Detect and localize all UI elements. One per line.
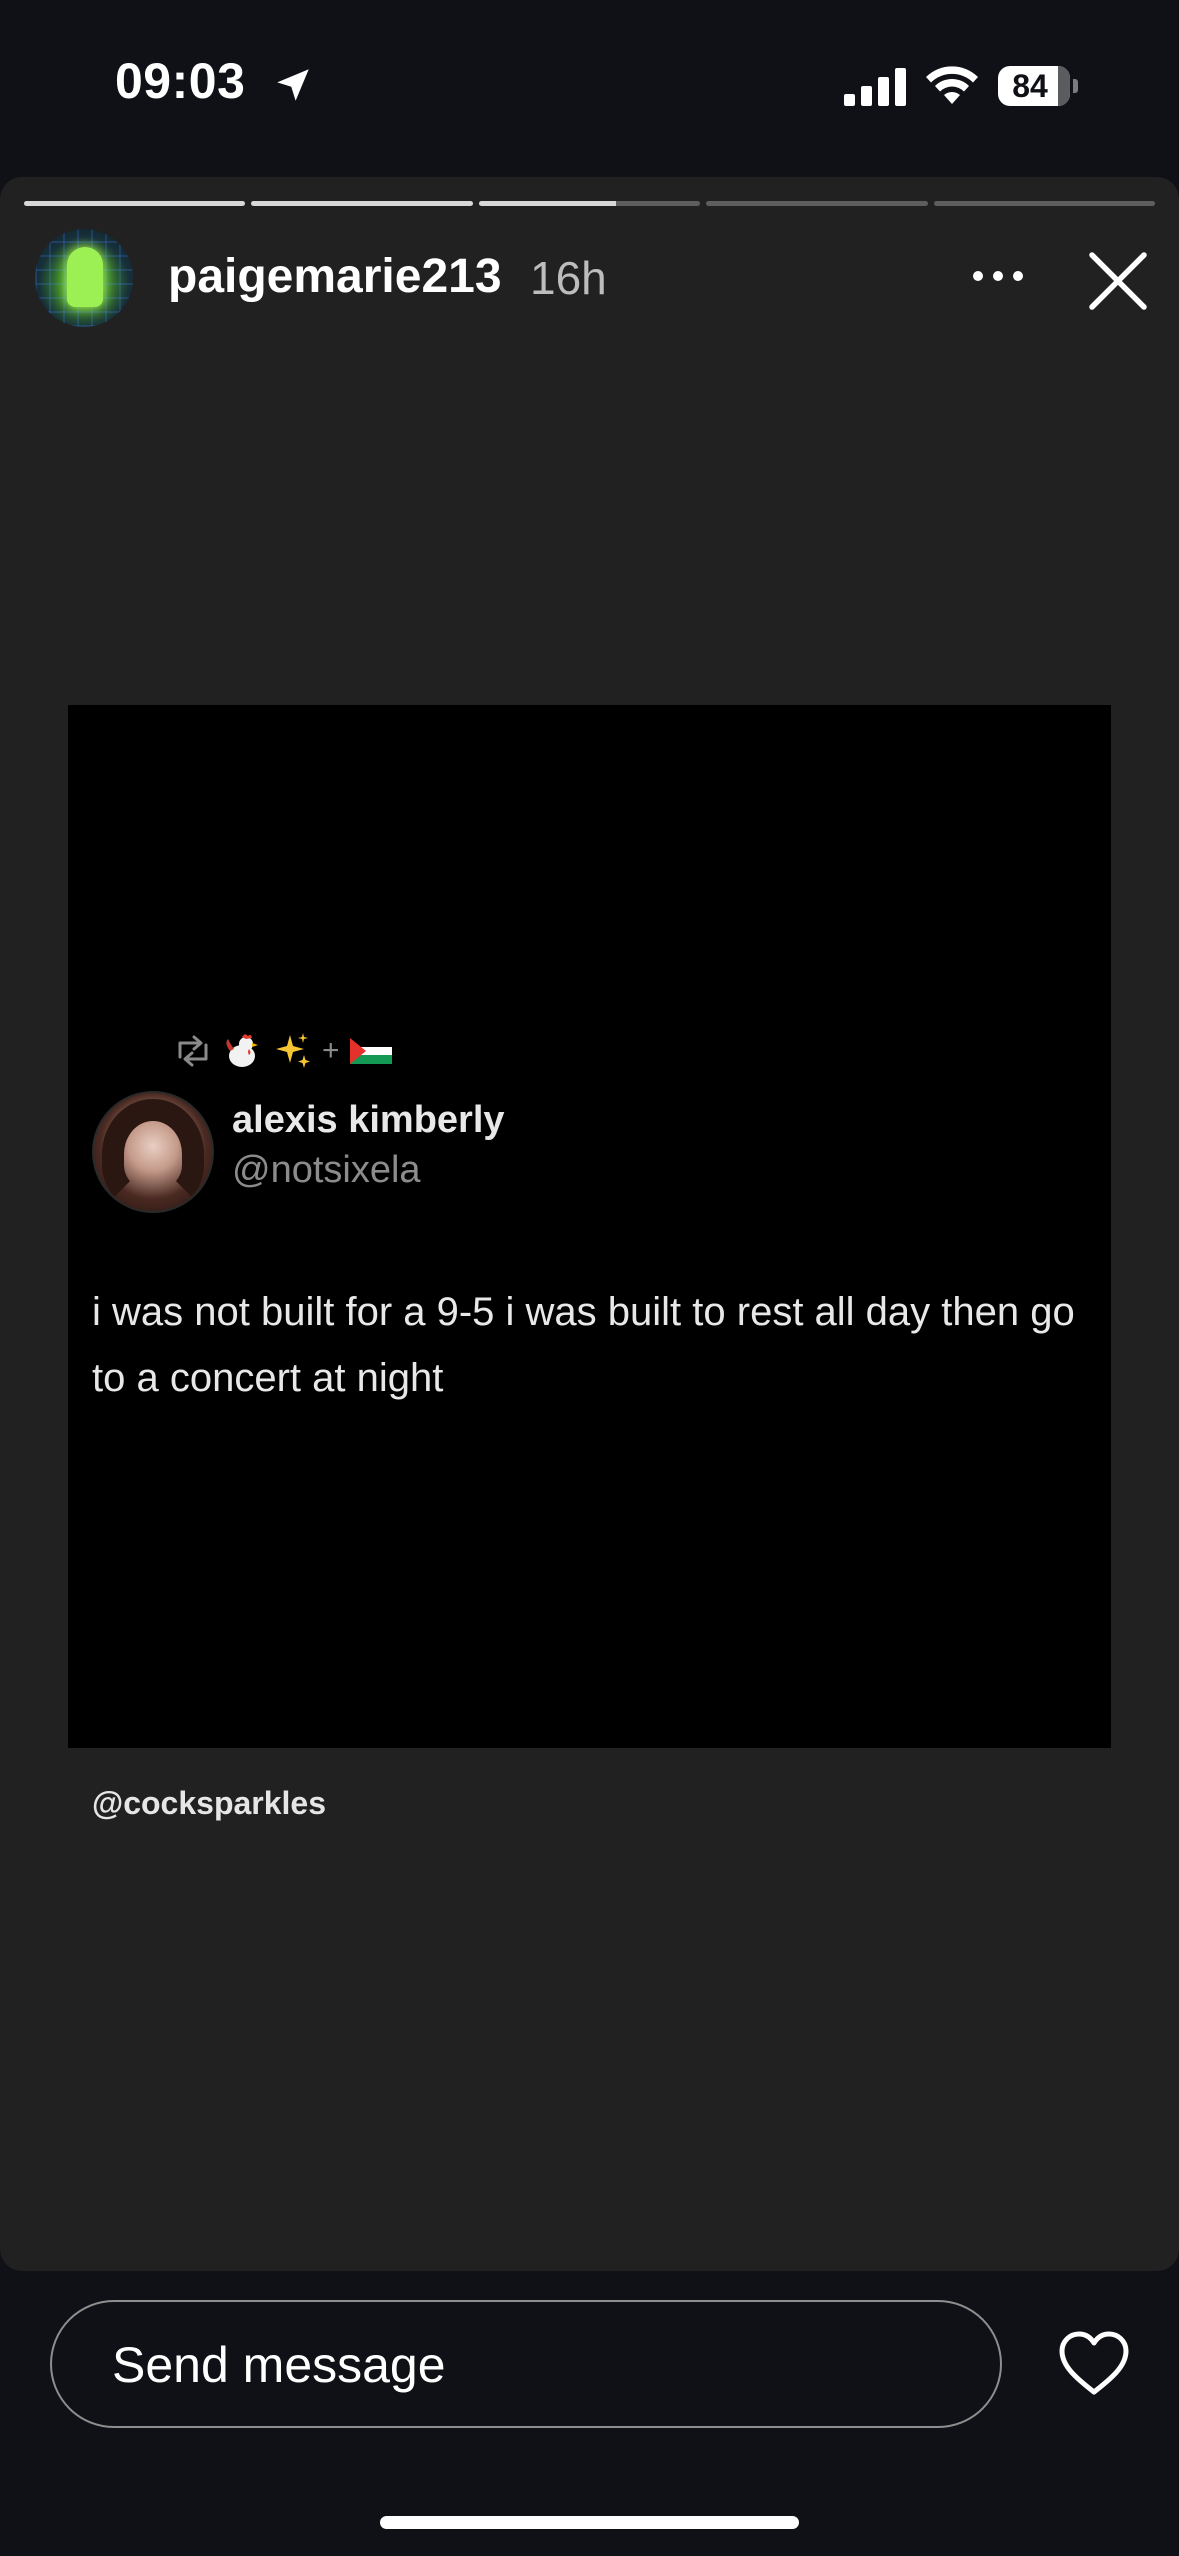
send-message-input[interactable]: Send message — [50, 2300, 1002, 2428]
home-indicator — [380, 2516, 799, 2529]
send-message-placeholder: Send message — [112, 2337, 446, 2393]
repost-plus-sign: + — [322, 1034, 340, 1067]
battery-level: 84 — [1012, 68, 1048, 104]
battery-icon: 84 — [998, 66, 1078, 106]
post-author-avatar — [92, 1091, 214, 1213]
story-progress-fill — [478, 201, 617, 206]
story-progress-bar — [24, 201, 1156, 206]
post-author-name: alexis kimberly — [232, 1099, 505, 1141]
story-progress-segment — [933, 201, 1156, 206]
close-icon[interactable] — [1086, 249, 1150, 313]
shared-post-card[interactable]: + alexis kimberly @notsixela i was not b… — [68, 705, 1111, 1748]
status-bar: 09:03 84 — [0, 0, 1179, 170]
story-username[interactable]: paigemarie213 — [168, 249, 502, 304]
sparkles-emoji-icon — [276, 1033, 310, 1068]
story-progress-segment — [24, 201, 246, 206]
battery-body: 84 — [998, 66, 1070, 106]
location-arrow-icon — [277, 69, 309, 101]
story-viewer-screen: 09:03 84 paigemarie213 16h + alexis kimb… — [0, 0, 1179, 2556]
heart-icon[interactable] — [1058, 2330, 1130, 2396]
story-panel[interactable]: paigemarie213 16h + alexis kimberly @not… — [0, 177, 1179, 2271]
avatar-figure — [67, 247, 103, 307]
more-options-icon[interactable] — [970, 267, 1026, 285]
palestine-flag-icon — [349, 1038, 392, 1064]
wifi-icon — [926, 66, 978, 104]
story-time-ago: 16h — [530, 252, 607, 304]
post-author-handle: @notsixela — [232, 1149, 421, 1191]
story-progress-segment — [706, 201, 928, 206]
avatar-hair — [102, 1099, 204, 1209]
story-progress-segment — [251, 201, 473, 206]
mention-sticker[interactable]: @cocksparkles — [92, 1785, 326, 1822]
story-progress-segment — [478, 201, 701, 206]
post-text: i was not built for a 9-5 i was built to… — [92, 1290, 1075, 1400]
cellular-signal-icon — [844, 68, 906, 106]
battery-cap — [1073, 79, 1078, 93]
repost-line: + — [174, 1031, 392, 1071]
repost-icon — [178, 1035, 208, 1067]
story-progress-fill — [251, 201, 473, 206]
status-time: 09:03 — [115, 53, 246, 109]
story-user-avatar[interactable] — [35, 229, 133, 327]
rooster-emoji-icon — [226, 1034, 258, 1067]
story-progress-fill — [24, 201, 246, 206]
